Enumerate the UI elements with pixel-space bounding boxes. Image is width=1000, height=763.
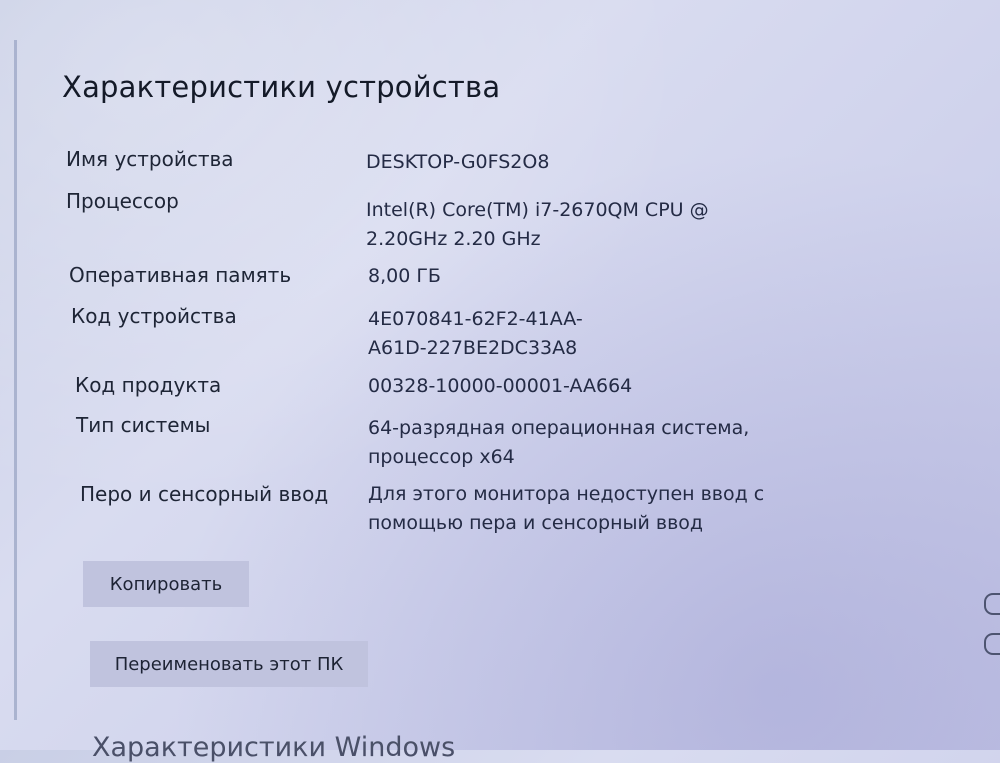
windows-specs-heading: Характеристики Windows	[92, 732, 456, 763]
rename-pc-button[interactable]: Переименовать этот ПК	[90, 641, 368, 687]
spec-value-line: 4E070841-62F2-41AA-	[368, 308, 583, 330]
spec-value-line: 64-разрядная операционная система,	[368, 417, 750, 439]
spec-value-line: DESKTOP-G0FS2O8	[366, 151, 550, 173]
spec-label: Перо и сенсорный ввод	[80, 482, 329, 506]
spec-value-line: 00328-10000-00001-AA664	[368, 375, 633, 397]
device-specs-panel: Характеристики устройства Имя устройства…	[0, 0, 1000, 763]
spec-label: Имя устройства	[66, 147, 234, 171]
copy-button[interactable]: Копировать	[83, 561, 249, 607]
spec-value[interactable]: DESKTOP-G0FS2O8	[366, 148, 786, 177]
spec-value[interactable]: Intel(R) Core(TM) i7-2670QM CPU @ 2.20GH…	[366, 196, 786, 254]
spec-value-line: 8,00 ГБ	[368, 265, 441, 287]
spec-value[interactable]: Для этого монитора недоступен ввод с пом…	[368, 480, 788, 538]
spec-value[interactable]: 00328-10000-00001-AA664	[368, 372, 788, 401]
spec-value-line: процессор x64	[368, 446, 515, 468]
spec-label: Оперативная память	[69, 263, 292, 287]
spec-label: Код устройства	[71, 304, 237, 328]
spec-value-line: Для этого монитора недоступен ввод с	[368, 483, 765, 505]
spec-value-line: A61D-227BE2DC33A8	[368, 337, 578, 359]
spec-value-line: помощью пера и сенсорный ввод	[368, 512, 704, 534]
spec-value-line: 2.20GHz 2.20 GHz	[366, 228, 541, 250]
spec-label: Код продукта	[75, 373, 222, 397]
spec-value-line: Intel(R) Core(TM) i7-2670QM CPU @	[366, 199, 709, 221]
spec-value[interactable]: 64-разрядная операционная система, проце…	[368, 414, 788, 472]
spec-label: Тип системы	[76, 413, 211, 437]
page-title: Характеристики устройства	[62, 70, 501, 104]
feedback-icon[interactable]	[984, 633, 1000, 655]
spec-value[interactable]: 4E070841-62F2-41AA- A61D-227BE2DC33A8	[368, 305, 788, 363]
spec-label: Процессор	[66, 189, 179, 213]
help-icon[interactable]	[984, 593, 1000, 615]
spec-value[interactable]: 8,00 ГБ	[368, 262, 788, 291]
